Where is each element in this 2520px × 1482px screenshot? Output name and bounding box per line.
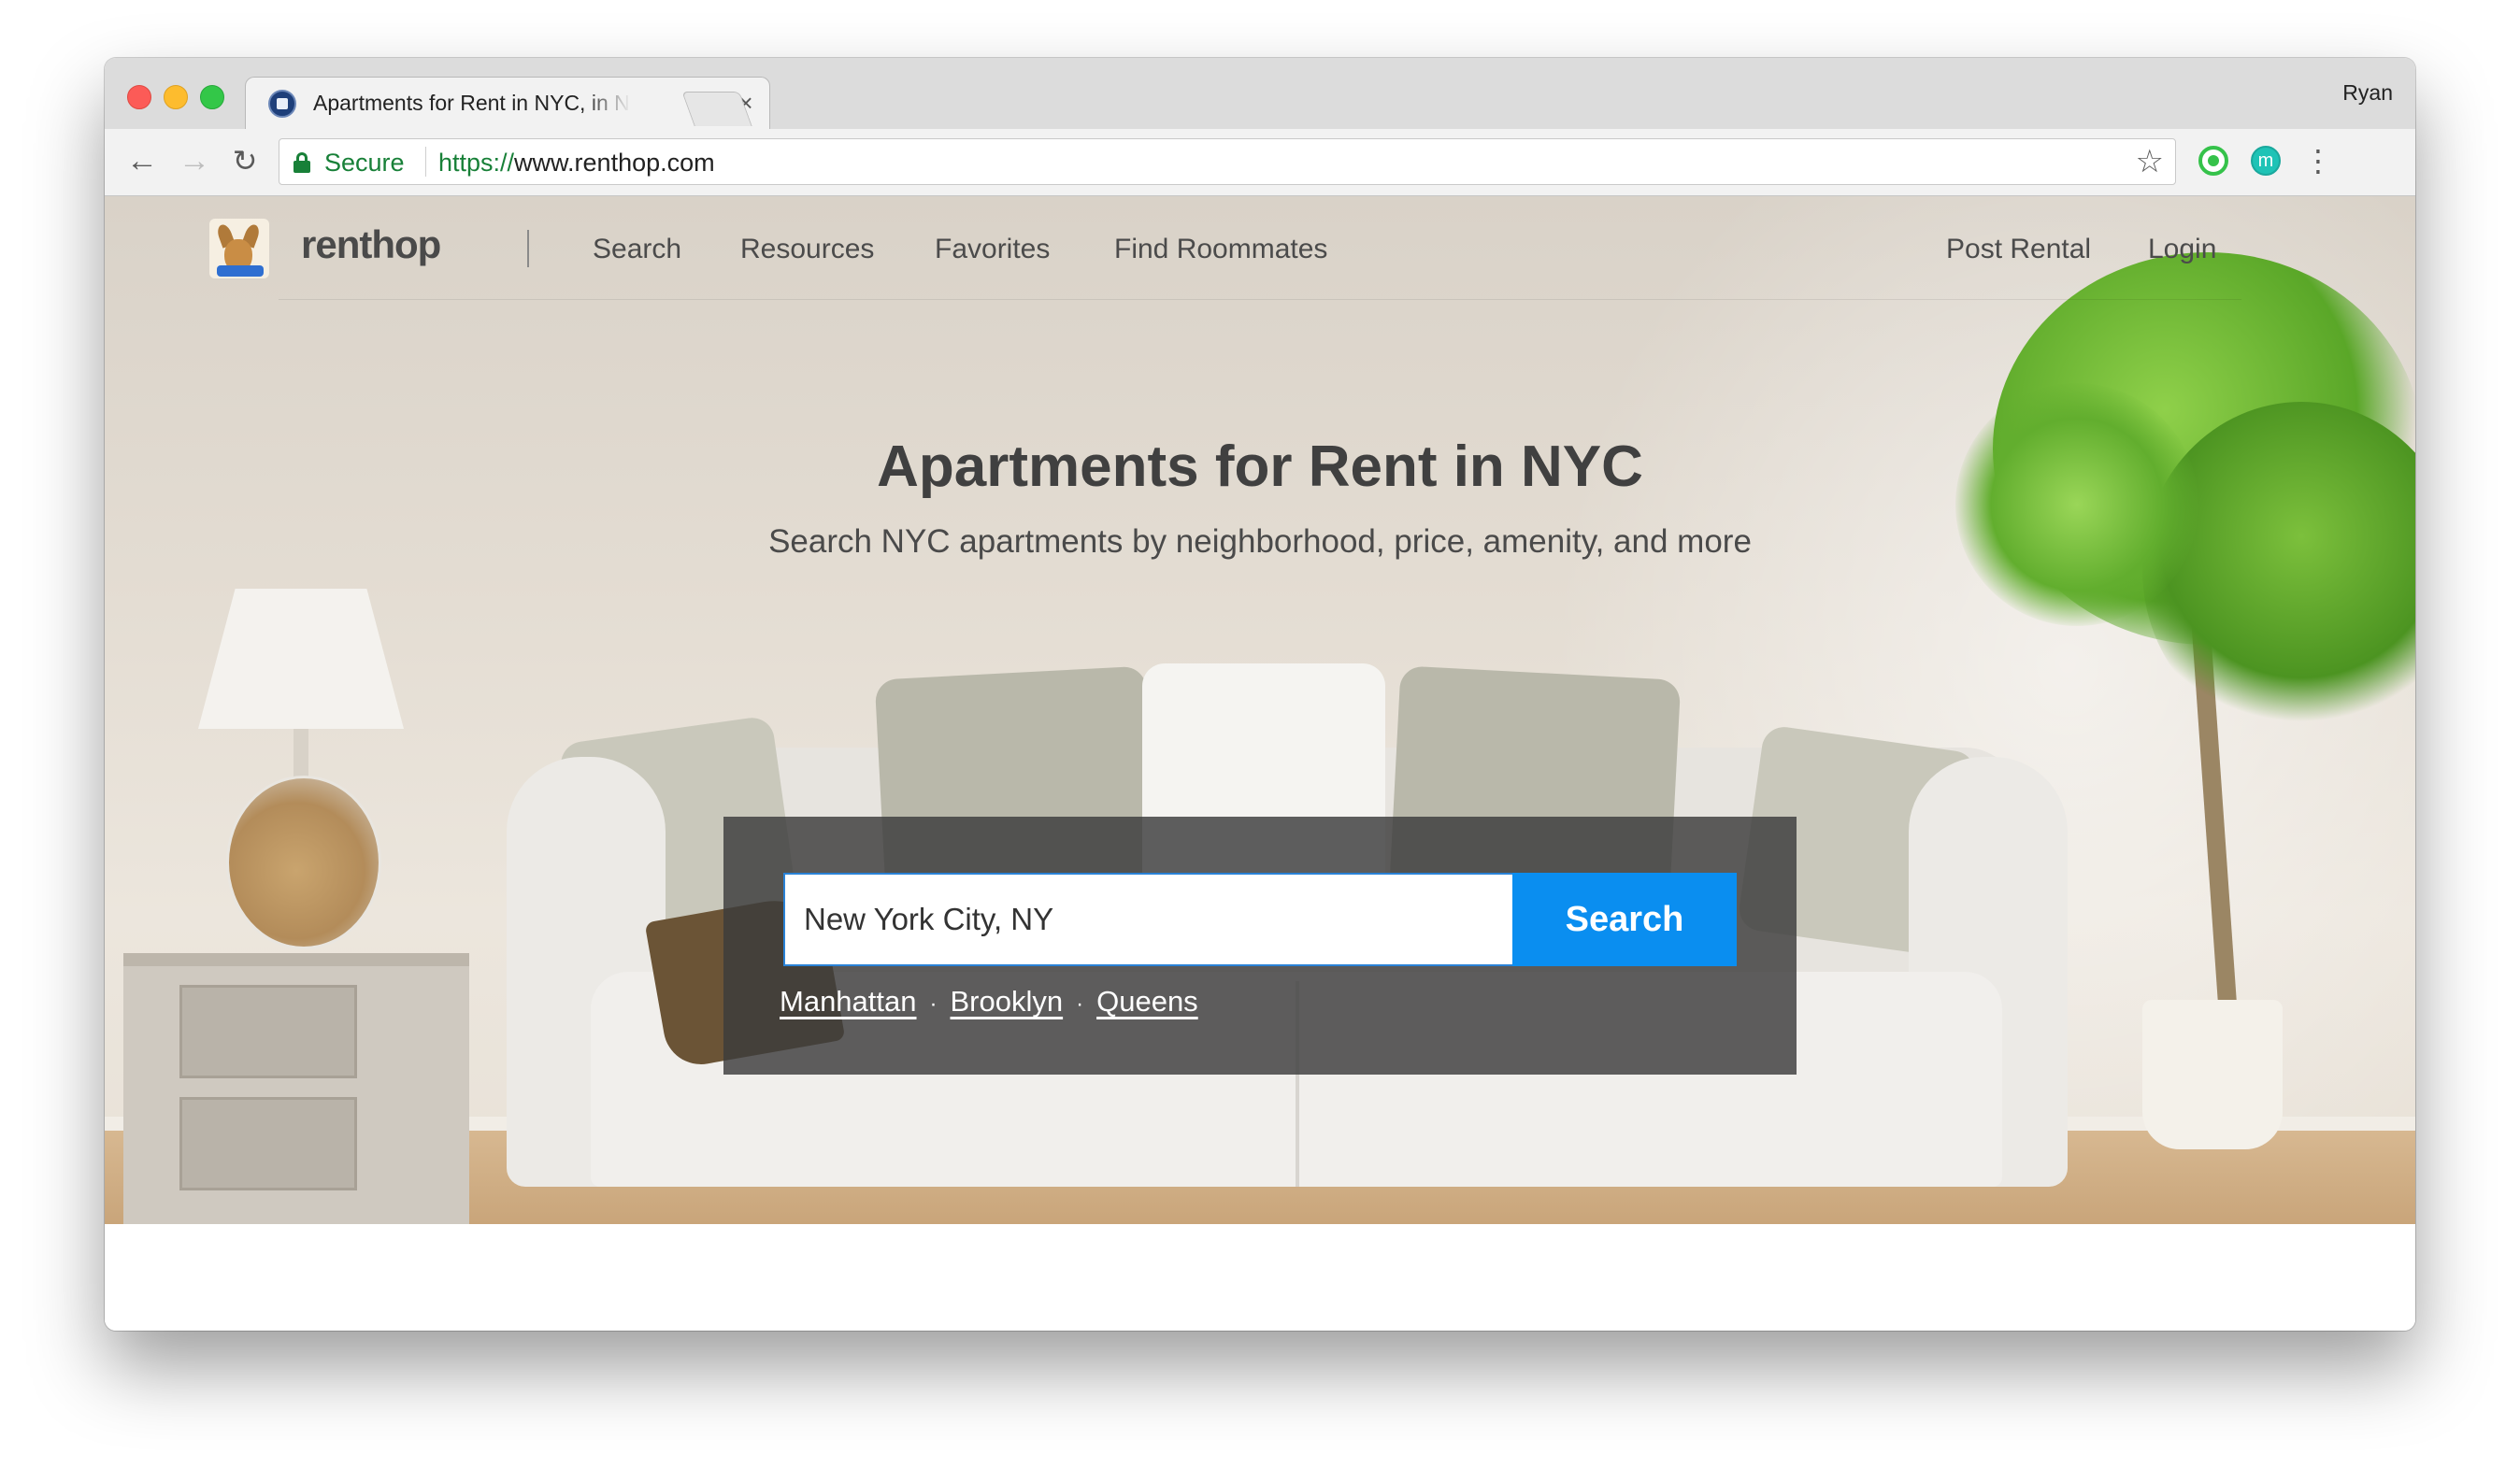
neighborhood-links: Manhattan · Brooklyn · Queens [780, 985, 1198, 1019]
plant-foliage-image [1955, 383, 2198, 626]
forward-arrow-icon[interactable]: → [176, 142, 213, 179]
site-header: renthop Search Resources Favorites Find … [105, 196, 2415, 300]
secure-label[interactable]: Secure [324, 149, 405, 178]
lock-icon[interactable] [293, 152, 311, 173]
extension-teal-icon[interactable]: m [2251, 146, 2281, 176]
extension-green-icon[interactable] [2198, 146, 2228, 176]
plant-pot-image [2142, 1000, 2283, 1149]
page-content: renthop Search Resources Favorites Find … [105, 196, 2415, 1331]
nav-resources-link[interactable]: Resources [740, 234, 874, 265]
nav-separator [527, 230, 529, 267]
header-divider [279, 299, 2241, 300]
page-subtitle: Search NYC apartments by neighborhood, p… [768, 523, 1752, 560]
browser-toolbar: ← → ↻ Secure https://www.renthop.com ☆ m… [105, 129, 2415, 196]
minimize-window-button[interactable] [164, 85, 188, 109]
reload-icon[interactable]: ↻ [226, 142, 264, 179]
hero-section: renthop Search Resources Favorites Find … [105, 196, 2415, 1224]
nav-find-roommates-link[interactable]: Find Roommates [1114, 234, 1327, 265]
renthop-logo-icon[interactable] [209, 219, 269, 278]
side-table-image [123, 953, 469, 1224]
brooklyn-link[interactable]: Brooklyn [951, 985, 1064, 1018]
search-panel: Search Manhattan · Brooklyn · Queens [723, 817, 1797, 1075]
new-tab-button[interactable] [681, 92, 752, 126]
back-arrow-icon[interactable]: ← [123, 142, 161, 179]
queens-link[interactable]: Queens [1096, 985, 1198, 1018]
browser-window: Apartments for Rent in NYC, in New York … [105, 58, 2415, 1331]
manhattan-link[interactable]: Manhattan [780, 985, 917, 1018]
url-host: www.renthop.com [514, 149, 715, 177]
address-bar[interactable]: Secure https://www.renthop.com ☆ [279, 138, 2176, 185]
bookmark-star-icon[interactable]: ☆ [2136, 145, 2164, 178]
nav-post-rental-link[interactable]: Post Rental [1946, 234, 2091, 265]
tab-strip: Apartments for Rent in NYC, in New York … [105, 58, 2415, 132]
close-window-button[interactable] [127, 85, 151, 109]
browser-menu-icon[interactable]: ⋮ [2303, 144, 2333, 181]
profile-name[interactable]: Ryan [2342, 80, 2393, 106]
url-scheme: https:// [438, 149, 515, 177]
renthop-favicon-icon [268, 90, 296, 118]
maximize-window-button[interactable] [200, 85, 224, 109]
location-search-input[interactable] [783, 873, 1512, 966]
lamp-base-image [226, 776, 381, 949]
tab-title: Apartments for Rent in NYC, in New York … [313, 91, 631, 115]
logo-text[interactable]: renthop [301, 222, 441, 267]
nav-login-link[interactable]: Login [2148, 234, 2216, 265]
nav-favorites-link[interactable]: Favorites [935, 234, 1050, 265]
url-text[interactable]: https://www.renthop.com [438, 149, 715, 178]
link-separator: · [929, 991, 938, 1017]
search-button[interactable]: Search [1512, 873, 1737, 966]
link-separator: · [1076, 991, 1084, 1017]
nav-search-link[interactable]: Search [593, 234, 681, 265]
page-title: Apartments for Rent in NYC [877, 435, 1643, 499]
address-divider [425, 147, 426, 177]
lamp-shade-image [198, 589, 404, 729]
